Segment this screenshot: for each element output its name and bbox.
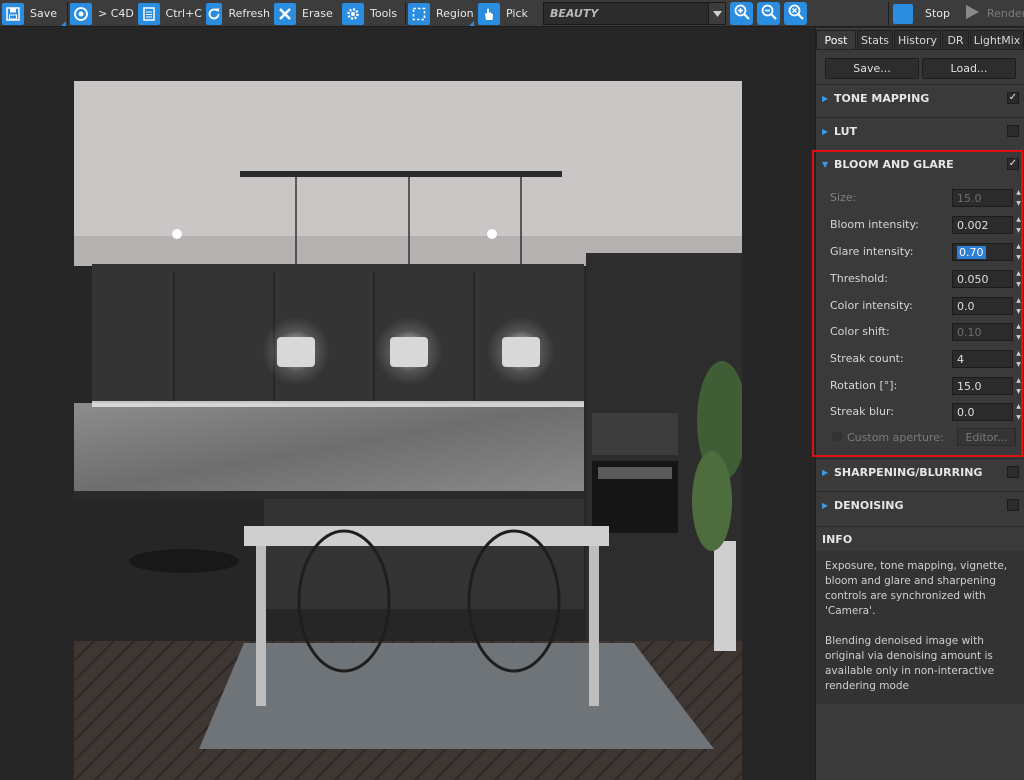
load-preset-button[interactable]: Load... xyxy=(922,58,1016,79)
tone-mapping-checkbox[interactable]: ✓ xyxy=(1007,92,1019,104)
save-tool-button[interactable]: Save xyxy=(0,0,66,27)
send-to-c4d-button[interactable]: > C4D xyxy=(68,0,134,27)
render-pass-value: BEAUTY xyxy=(550,7,599,20)
refresh-button[interactable]: Refresh xyxy=(204,0,270,27)
tab-history[interactable]: History xyxy=(894,30,941,49)
region-label: Region xyxy=(436,7,474,20)
panel-tabs: Post Stats History DR LightMix xyxy=(816,30,1024,50)
info-heading: INFO xyxy=(816,526,1024,551)
section-title: DENOISING xyxy=(834,499,904,512)
tab-lightmix[interactable]: LightMix xyxy=(970,30,1024,49)
toolbar: Save > C4D Ctrl+C Refresh Erase Tools Re… xyxy=(0,0,1024,27)
info-section: INFO Exposure, tone mapping, vignette, b… xyxy=(816,526,1024,704)
erase-label: Erase xyxy=(302,7,333,20)
copy-button[interactable]: Ctrl+C xyxy=(136,0,202,27)
expand-arrow-icon: ▶ xyxy=(822,501,829,510)
zoom-in-icon xyxy=(733,3,751,24)
tools-label: Tools xyxy=(370,7,398,20)
info-body: Exposure, tone mapping, vignette, bloom … xyxy=(816,551,1024,704)
copy-label: Ctrl+C xyxy=(165,7,202,20)
section-lut[interactable]: ▶ LUT xyxy=(816,117,1024,145)
tab-dr[interactable]: DR xyxy=(942,30,969,49)
section-denoising[interactable]: ▶ DENOISING xyxy=(816,491,1024,519)
refresh-label: Refresh xyxy=(228,7,270,20)
lut-checkbox[interactable] xyxy=(1007,125,1019,137)
expand-arrow-icon: ▶ xyxy=(822,94,829,103)
pick-button[interactable]: Pick xyxy=(476,0,542,27)
render-button[interactable]: Render xyxy=(959,0,1024,27)
section-title: SHARPENING/BLURRING xyxy=(834,466,983,479)
hand-pick-icon xyxy=(478,2,500,25)
expand-arrow-icon: ▶ xyxy=(822,468,829,477)
expand-arrow-icon: ▶ xyxy=(822,127,829,136)
tab-stats[interactable]: Stats xyxy=(857,30,893,49)
render-viewport[interactable] xyxy=(0,28,815,780)
region-button[interactable]: Region xyxy=(406,0,474,27)
tools-button[interactable]: Tools xyxy=(340,0,406,27)
stop-label: Stop xyxy=(925,7,951,20)
bloom-highlight-frame xyxy=(812,150,1023,457)
refresh-icon xyxy=(206,2,223,25)
save-preset-button[interactable]: Save... xyxy=(825,58,919,79)
clipboard-icon xyxy=(138,2,160,25)
stop-square-icon xyxy=(893,3,913,24)
zoom-fit-button[interactable] xyxy=(784,2,807,25)
render-label: Render xyxy=(987,7,1024,20)
info-paragraph: Blending denoised image with original vi… xyxy=(825,635,995,692)
tab-post[interactable]: Post xyxy=(816,30,856,49)
stop-button[interactable]: Stop xyxy=(891,0,957,27)
gear-icon xyxy=(342,2,364,25)
erase-x-icon xyxy=(274,2,296,25)
render-pass-select[interactable]: BEAUTY xyxy=(543,2,726,25)
play-icon xyxy=(963,3,981,24)
denoising-checkbox[interactable] xyxy=(1007,499,1019,511)
save-label: Save xyxy=(30,7,58,20)
region-select-icon xyxy=(408,2,430,25)
section-title: TONE MAPPING xyxy=(834,92,930,105)
floppy-disk-icon xyxy=(2,2,24,25)
render-image xyxy=(74,81,742,780)
erase-button[interactable]: Erase xyxy=(272,0,338,27)
sharpening-checkbox[interactable] xyxy=(1007,466,1019,478)
c4d-logo-icon xyxy=(70,2,92,25)
info-paragraph: Exposure, tone mapping, vignette, bloom … xyxy=(825,560,1008,617)
zoom-out-icon xyxy=(760,3,778,24)
zoom-fit-icon xyxy=(787,3,805,24)
section-sharpening-blurring[interactable]: ▶ SHARPENING/BLURRING xyxy=(816,458,1024,486)
section-title: LUT xyxy=(834,125,858,138)
pick-label: Pick xyxy=(506,7,528,20)
section-tone-mapping[interactable]: ▶ TONE MAPPING ✓ xyxy=(816,84,1024,112)
to-c4d-label: > C4D xyxy=(98,7,134,20)
chevron-down-icon xyxy=(708,3,725,24)
zoom-out-button[interactable] xyxy=(757,2,780,25)
zoom-in-button[interactable] xyxy=(730,2,753,25)
